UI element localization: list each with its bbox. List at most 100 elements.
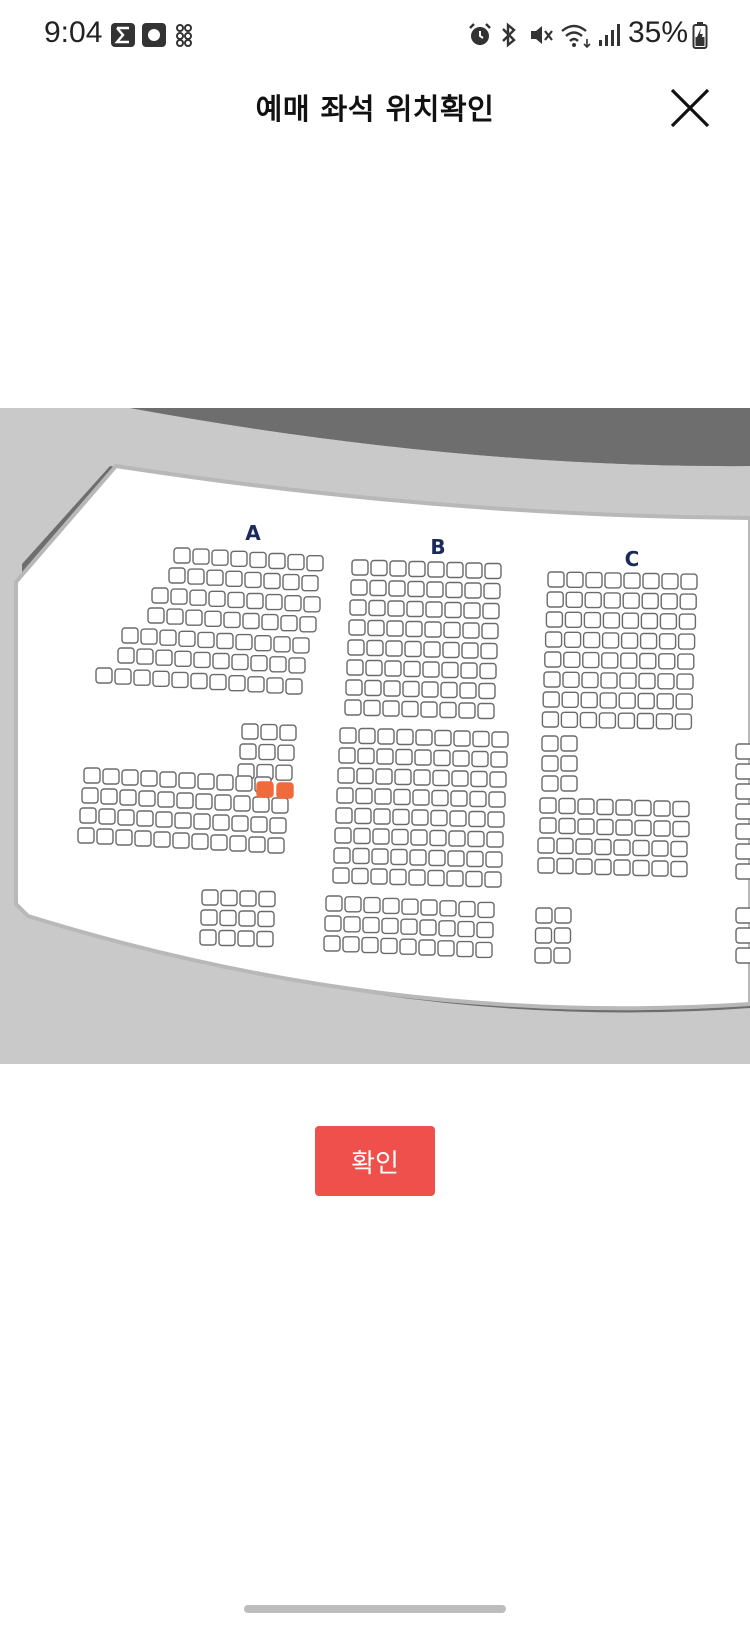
seat — [192, 548, 210, 565]
seat — [77, 827, 95, 844]
seat — [357, 747, 375, 765]
mute-icon — [531, 26, 553, 44]
seat — [463, 602, 481, 619]
seat — [358, 727, 376, 745]
seat — [225, 570, 243, 588]
seat — [260, 723, 278, 741]
circle-app-icon — [142, 23, 166, 47]
seat — [288, 657, 306, 674]
seat — [176, 792, 194, 809]
seat — [173, 547, 191, 564]
seat — [483, 582, 501, 600]
seat — [735, 907, 750, 924]
seat — [482, 602, 500, 620]
wifi-icon — [561, 24, 591, 48]
seat — [364, 679, 382, 697]
seat — [575, 858, 593, 875]
seat — [239, 743, 257, 760]
seat — [231, 815, 249, 832]
seat — [620, 652, 638, 669]
seat — [343, 916, 361, 933]
seat — [266, 677, 284, 694]
seat — [619, 672, 637, 689]
seat — [153, 831, 171, 848]
seat — [481, 622, 499, 640]
seat — [373, 808, 391, 825]
seat — [577, 798, 595, 815]
seat — [575, 838, 593, 855]
seat — [735, 823, 750, 840]
seat — [233, 795, 251, 812]
seat — [485, 851, 503, 868]
seat — [456, 940, 474, 958]
seat — [431, 789, 449, 807]
seat — [151, 587, 169, 604]
seat — [385, 640, 403, 657]
seat — [659, 613, 678, 630]
seat — [599, 692, 617, 709]
seat — [661, 573, 679, 590]
seat — [95, 667, 113, 684]
seat — [623, 572, 641, 589]
battery-icon — [692, 22, 708, 49]
seat — [117, 647, 135, 664]
seat — [476, 921, 494, 939]
seat — [223, 611, 241, 629]
seat — [204, 610, 222, 628]
seat — [449, 810, 467, 827]
seat — [271, 797, 289, 814]
seat — [155, 649, 173, 666]
seat — [380, 937, 398, 955]
seat — [539, 797, 557, 814]
seat — [216, 774, 234, 791]
seat — [422, 661, 440, 678]
seat — [252, 796, 270, 813]
seat — [679, 593, 697, 610]
seat — [430, 809, 448, 827]
seat — [440, 681, 458, 699]
seat — [539, 817, 557, 834]
close-icon[interactable] — [668, 86, 712, 130]
seat — [258, 890, 276, 908]
battery-percent: 35% — [628, 16, 689, 49]
seat — [170, 588, 188, 605]
seat — [392, 808, 410, 826]
seat — [375, 768, 393, 785]
seat — [427, 869, 445, 887]
seat — [618, 692, 636, 709]
seat — [337, 767, 355, 784]
confirm-button[interactable]: 확인 — [315, 1126, 435, 1196]
seat — [561, 691, 579, 708]
seat — [208, 590, 226, 608]
seat — [136, 810, 154, 827]
seat — [421, 681, 439, 698]
seat — [366, 639, 384, 657]
seat — [250, 816, 268, 833]
seat — [292, 637, 310, 654]
seat — [371, 848, 389, 865]
seat — [230, 550, 248, 568]
seat — [353, 827, 371, 845]
seat — [171, 671, 189, 689]
seat — [490, 751, 508, 768]
seat — [197, 631, 215, 649]
seat — [735, 863, 750, 880]
seat — [406, 600, 424, 618]
seat — [426, 581, 444, 598]
seat — [542, 691, 560, 708]
seat — [544, 651, 562, 668]
seat — [563, 631, 582, 649]
seat — [168, 567, 186, 584]
seat — [678, 613, 697, 630]
seat — [658, 633, 677, 650]
seat — [581, 671, 599, 689]
seat — [247, 676, 265, 693]
seat — [477, 901, 495, 919]
seat — [414, 749, 432, 766]
seat — [432, 769, 450, 787]
seat — [556, 837, 574, 855]
seat — [136, 648, 154, 665]
seat — [140, 770, 158, 787]
seat — [172, 832, 190, 849]
seat — [257, 910, 275, 928]
